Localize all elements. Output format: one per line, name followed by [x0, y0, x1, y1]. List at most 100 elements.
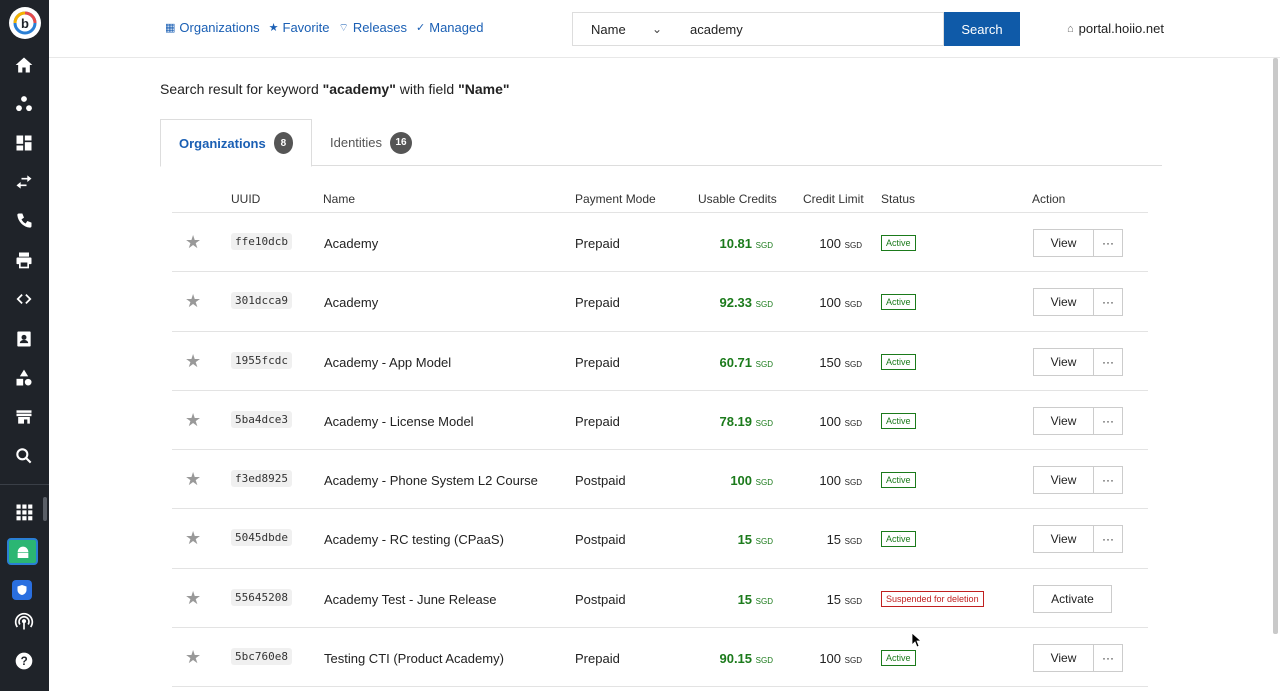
star-icon: ★ [268, 22, 279, 34]
more-options-button[interactable]: ··· [1094, 288, 1123, 317]
search-field-value: Name [591, 21, 626, 37]
page-scrollbar[interactable] [1273, 58, 1278, 634]
nav-favorite-label: Favorite [282, 20, 330, 35]
view-button[interactable]: View [1033, 229, 1094, 257]
limit-value: 150 [819, 354, 842, 370]
tab-organizations[interactable]: Organizations 8 [160, 119, 312, 167]
store-icon[interactable] [12, 405, 36, 429]
nav-organizations-label: Organizations [179, 20, 260, 35]
tab-identities[interactable]: Identities 16 [312, 119, 430, 166]
credits-cell: 92.33 SGD [719, 295, 773, 310]
more-options-button[interactable]: ··· [1094, 229, 1123, 257]
search-input[interactable] [676, 12, 944, 46]
name-cell: Testing CTI (Product Academy) [324, 651, 504, 667]
credits-cell: 100 SGD [730, 473, 773, 488]
credits-value: 100 [730, 473, 753, 489]
credits-cell: 60.71 SGD [719, 355, 773, 370]
transfer-icon[interactable] [12, 170, 36, 194]
currency-label: SGD [844, 359, 862, 369]
more-options-button[interactable]: ··· [1094, 644, 1123, 673]
col-uuid: UUID [231, 192, 261, 206]
more-options-button[interactable]: ··· [1094, 347, 1123, 376]
star-icon[interactable]: ★ [185, 410, 201, 431]
status-badge: Active [881, 294, 916, 311]
credits-value: 15 [737, 591, 753, 607]
shapes-icon[interactable] [12, 366, 36, 390]
name-cell: Academy - App Model [324, 354, 452, 370]
status-badge: Active [881, 353, 916, 370]
logo-icon[interactable]: b [9, 7, 41, 39]
search-field-select[interactable]: Name ⌄ [572, 12, 677, 46]
portal-link[interactable]: ⌂ portal.hoiio.net [1067, 21, 1164, 36]
star-icon[interactable]: ★ [185, 647, 201, 668]
star-icon[interactable]: ★ [185, 588, 201, 609]
star-icon[interactable]: ★ [185, 469, 201, 490]
search-button[interactable]: Search [944, 12, 1020, 46]
more-options-button[interactable]: ··· [1094, 406, 1123, 435]
top-nav: ▦ Organizations ★ Favorite ⌔ Releases ✓ … [165, 20, 483, 35]
currency-label: SGD [755, 300, 773, 310]
credits-value: 90.15 [719, 651, 753, 667]
uuid-cell: 301dcca9 [231, 292, 292, 310]
status-badge: Active [881, 650, 916, 667]
table-row: ★ ffe10dcb Academy Prepaid 10.81 SGD 100… [172, 213, 1148, 273]
activate-button[interactable]: Activate [1033, 584, 1112, 613]
limit-cell: 100 SGD [819, 295, 862, 310]
currency-label: SGD [844, 596, 862, 606]
table-row: ★ 5045dbde Academy - RC testing (CPaaS) … [172, 509, 1148, 569]
top-bar: ▦ Organizations ★ Favorite ⌔ Releases ✓ … [49, 0, 1280, 58]
sidebar-scrollbar[interactable] [43, 497, 47, 521]
result-prefix: Search result for keyword [160, 81, 323, 97]
currency-label: SGD [844, 418, 862, 428]
apps-grid-icon[interactable] [12, 500, 36, 524]
more-options-button[interactable]: ··· [1094, 525, 1123, 554]
nav-managed[interactable]: ✓ Managed [416, 20, 483, 35]
view-button[interactable]: View [1033, 288, 1094, 317]
star-icon[interactable]: ★ [185, 291, 201, 312]
shield-app-icon[interactable] [12, 580, 32, 600]
view-button[interactable]: View [1033, 466, 1094, 495]
phone-icon[interactable] [12, 209, 36, 233]
nav-managed-label: Managed [429, 20, 484, 35]
uuid-cell: 5bc760e8 [231, 648, 292, 666]
credits-value: 92.33 [719, 295, 753, 311]
hierarchy-icon[interactable] [12, 92, 36, 116]
more-options-button[interactable]: ··· [1094, 466, 1123, 495]
uuid-cell: ffe10dcb [231, 233, 292, 250]
star-icon[interactable]: ★ [185, 232, 201, 253]
payment-cell: Postpaid [575, 473, 626, 489]
star-icon[interactable]: ★ [185, 528, 201, 549]
status-badge: Active [881, 412, 916, 429]
star-icon[interactable]: ★ [185, 351, 201, 372]
printer-icon[interactable] [12, 248, 36, 272]
limit-cell: 15 SGD [827, 532, 862, 547]
help-icon[interactable]: ? [12, 649, 36, 673]
broadcast-icon[interactable] [12, 610, 36, 634]
nav-releases[interactable]: ⌔ Releases [338, 20, 407, 35]
nav-favorite[interactable]: ★ Favorite [269, 20, 330, 35]
home-icon: ⌂ [1067, 22, 1074, 35]
payment-cell: Postpaid [575, 532, 626, 548]
home-icon[interactable] [12, 53, 36, 77]
payment-cell: Prepaid [575, 354, 620, 370]
col-name: Name [323, 192, 356, 206]
view-button[interactable]: View [1033, 525, 1094, 554]
dashboard-icon[interactable] [12, 131, 36, 155]
view-button[interactable]: View [1033, 406, 1094, 435]
credits-value: 60.71 [719, 354, 753, 370]
contacts-icon[interactable] [12, 327, 36, 351]
status-badge: Suspended for deletion [881, 590, 984, 607]
limit-cell: 15 SGD [827, 592, 862, 607]
limit-value: 100 [819, 295, 842, 311]
search-analytics-icon[interactable] [12, 444, 36, 468]
currency-label: SGD [755, 537, 773, 547]
code-icon[interactable] [12, 287, 36, 311]
nav-organizations[interactable]: ▦ Organizations [165, 20, 260, 35]
view-button[interactable]: View [1033, 644, 1094, 673]
svg-text:b: b [21, 16, 29, 31]
limit-value: 100 [819, 413, 842, 429]
uuid-cell: 55645208 [231, 588, 292, 606]
view-button[interactable]: View [1033, 347, 1094, 376]
table-row: ★ 5bc760e8 Testing CTI (Product Academy)… [172, 628, 1148, 688]
android-app-icon[interactable] [7, 538, 38, 565]
